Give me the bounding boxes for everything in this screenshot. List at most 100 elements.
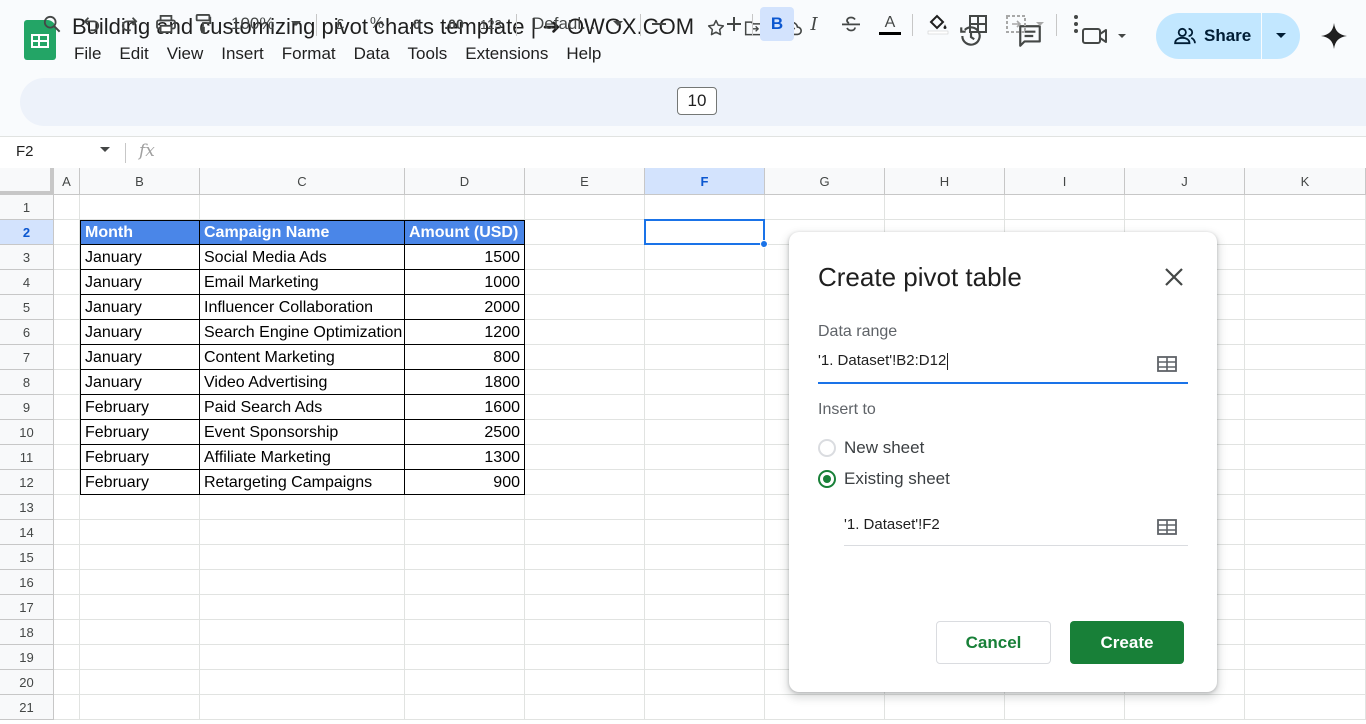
grid-cell[interactable] (525, 645, 645, 670)
grid-cell[interactable] (405, 195, 525, 220)
menu-data[interactable]: Data (354, 44, 399, 64)
column-header[interactable]: A (54, 168, 80, 195)
grid-cell[interactable] (54, 520, 80, 545)
grid-cell[interactable] (200, 595, 405, 620)
table-cell[interactable]: Influencer Collaboration (200, 295, 405, 320)
meet-video-icon[interactable] (1080, 22, 1130, 50)
percent-format-button[interactable]: % (366, 10, 388, 38)
grid-cell[interactable] (54, 345, 80, 370)
grid-cell[interactable] (80, 595, 200, 620)
currency-format-button[interactable]: £ (330, 10, 350, 38)
select-range-icon[interactable] (1157, 356, 1177, 372)
grid-cell[interactable] (525, 470, 645, 495)
row-header[interactable]: 20 (0, 670, 54, 695)
grid-cell[interactable] (525, 495, 645, 520)
grid-cell[interactable] (525, 620, 645, 645)
search-menus-icon[interactable] (40, 10, 64, 38)
row-header[interactable]: 19 (0, 645, 54, 670)
grid-cell[interactable] (54, 420, 80, 445)
column-header[interactable]: B (80, 168, 200, 195)
grid-cell[interactable] (645, 345, 765, 370)
table-cell[interactable]: 1500 (405, 245, 525, 270)
row-header[interactable]: 17 (0, 595, 54, 620)
grid-cell[interactable] (765, 695, 885, 720)
grid-cell[interactable] (1005, 195, 1125, 220)
decrease-decimal-button[interactable]: .0 (402, 10, 428, 38)
grid-cell[interactable] (54, 270, 80, 295)
grid-cell[interactable] (405, 520, 525, 545)
grid-cell[interactable] (645, 295, 765, 320)
row-header[interactable]: 8 (0, 370, 54, 395)
table-cell[interactable]: 1300 (405, 445, 525, 470)
table-cell[interactable]: Paid Search Ads (200, 395, 405, 420)
share-button[interactable]: Share (1156, 13, 1300, 59)
data-range-input[interactable]: '1. Dataset'!B2:D12 (818, 346, 1188, 384)
grid-cell[interactable] (200, 695, 405, 720)
grid-cell[interactable] (1125, 695, 1245, 720)
grid-cell[interactable] (54, 320, 80, 345)
grid-cell[interactable] (1245, 570, 1366, 595)
more-formats-button[interactable]: 123 (478, 10, 504, 38)
more-options-icon[interactable] (1066, 10, 1086, 38)
grid-cell[interactable] (525, 370, 645, 395)
grid-cell[interactable] (645, 670, 765, 695)
grid-cell[interactable] (645, 420, 765, 445)
grid-cell[interactable] (1245, 470, 1366, 495)
grid-cell[interactable] (525, 695, 645, 720)
row-header[interactable]: 2 (0, 220, 54, 245)
grid-cell[interactable] (200, 570, 405, 595)
table-cell[interactable]: Email Marketing (200, 270, 405, 295)
grid-cell[interactable] (1245, 220, 1366, 245)
share-options-button[interactable] (1262, 32, 1300, 40)
gemini-icon[interactable] (1320, 22, 1348, 50)
grid-cell[interactable] (80, 645, 200, 670)
grid-cell[interactable] (54, 195, 80, 220)
strikethrough-icon[interactable] (840, 10, 862, 38)
existing-sheet-option[interactable]: Existing sheet (818, 469, 950, 489)
grid-cell[interactable] (405, 645, 525, 670)
select-all-corner[interactable] (0, 168, 54, 195)
grid-cell[interactable] (645, 470, 765, 495)
name-box-caret-icon[interactable] (100, 147, 110, 153)
row-header[interactable]: 4 (0, 270, 54, 295)
redo-icon[interactable] (117, 10, 141, 38)
grid-cell[interactable] (80, 195, 200, 220)
grid-cell[interactable] (525, 295, 645, 320)
table-cell[interactable]: 900 (405, 470, 525, 495)
grid-cell[interactable] (405, 495, 525, 520)
row-header[interactable]: 6 (0, 320, 54, 345)
column-header[interactable]: I (1005, 168, 1125, 195)
grid-cell[interactable] (54, 495, 80, 520)
row-header[interactable]: 7 (0, 345, 54, 370)
grid-cell[interactable] (1245, 420, 1366, 445)
grid-cell[interactable] (645, 520, 765, 545)
grid-cell[interactable] (200, 520, 405, 545)
print-icon[interactable] (154, 10, 178, 38)
grid-cell[interactable] (525, 570, 645, 595)
grid-cell[interactable] (200, 545, 405, 570)
grid-cell[interactable] (525, 670, 645, 695)
menu-file[interactable]: File (74, 44, 110, 64)
grid-cell[interactable] (1245, 370, 1366, 395)
name-box[interactable]: F2 (16, 143, 34, 160)
table-cell[interactable]: 1600 (405, 395, 525, 420)
grid-cell[interactable] (1245, 620, 1366, 645)
grid-cell[interactable] (1245, 270, 1366, 295)
bold-button[interactable]: B (760, 7, 794, 41)
grid-cell[interactable] (54, 395, 80, 420)
grid-cell[interactable] (1245, 670, 1366, 695)
grid-cell[interactable] (645, 195, 765, 220)
grid-cell[interactable] (1245, 495, 1366, 520)
menu-format[interactable]: Format (282, 44, 345, 64)
grid-cell[interactable] (200, 620, 405, 645)
grid-cell[interactable] (80, 495, 200, 520)
grid-cell[interactable] (525, 520, 645, 545)
grid-cell[interactable] (645, 245, 765, 270)
row-header[interactable]: 1 (0, 195, 54, 220)
grid-cell[interactable] (200, 670, 405, 695)
row-header[interactable]: 13 (0, 495, 54, 520)
row-header[interactable]: 12 (0, 470, 54, 495)
grid-cell[interactable] (54, 570, 80, 595)
column-header[interactable]: K (1245, 168, 1366, 195)
grid-cell[interactable] (1245, 395, 1366, 420)
